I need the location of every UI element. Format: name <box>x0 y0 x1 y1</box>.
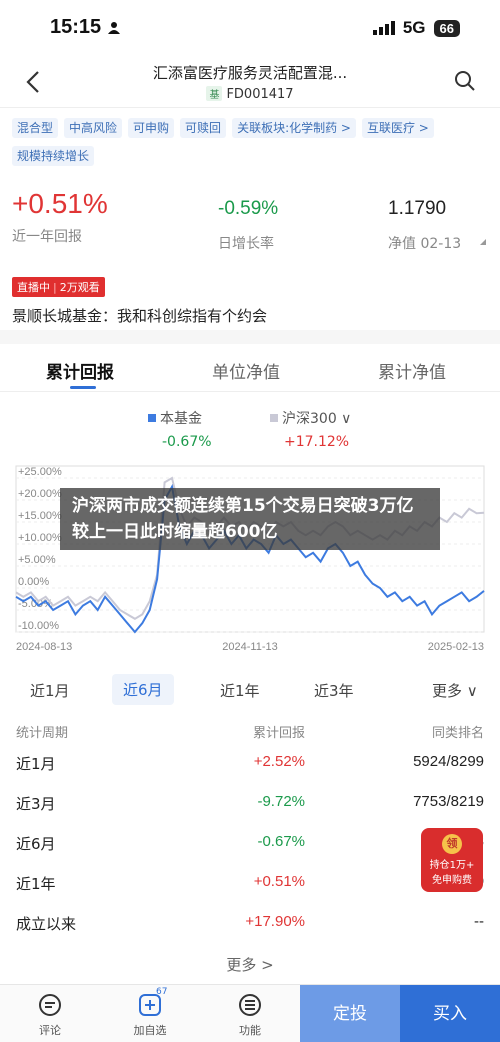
legend-swatch <box>270 414 278 422</box>
network-type: 5G <box>402 18 426 37</box>
y-tick-label: 0.00% <box>18 576 49 588</box>
y-tick-label: +10.00% <box>18 532 62 544</box>
expand-corner-icon[interactable] <box>480 239 486 245</box>
table-row: 近1月 +2.52% 5924/8299 <box>0 744 500 784</box>
fund-code-line: 基 FD001417 <box>0 86 500 102</box>
period-cell: 近1月 <box>16 755 56 773</box>
range-6m[interactable]: 近6月 <box>112 674 174 705</box>
live-banner[interactable]: 直播中 | 2万观看 景顺长城基金：我和科创综指有个约会 <box>12 276 267 326</box>
period-cell: 近6月 <box>16 835 56 853</box>
tag: 可申购 <box>128 118 175 138</box>
net-value: 1.1790 净值 02-13 <box>388 198 462 252</box>
period-cell: 成立以来 <box>16 915 77 933</box>
rank-cell: 5924/8299 <box>413 753 484 770</box>
status-time: 15:15 <box>50 16 121 39</box>
tag: 混合型 <box>12 118 59 138</box>
fund-type-mark: 基 <box>206 86 223 101</box>
comment-button[interactable]: 评论 <box>20 993 80 1038</box>
tag-link[interactable]: 互联医疗 > <box>361 118 434 138</box>
range-more[interactable]: 更多 ∨ <box>432 680 478 701</box>
metrics-row: +0.51% 近一年回报 -0.59% 日增长率 1.1790 净值 02-13 <box>0 188 500 252</box>
legend-swatch <box>148 414 156 422</box>
features-button[interactable]: 功能 <box>220 993 280 1038</box>
range-1y[interactable]: 近1年 <box>220 680 260 701</box>
tag-link[interactable]: 关联板块:化学制药 > <box>232 118 356 138</box>
tab-cumulative-return[interactable]: 累计回报 <box>46 358 114 383</box>
y-tick-label: -10.00% <box>18 620 59 632</box>
menu-icon <box>239 994 261 1016</box>
person-icon <box>107 22 120 34</box>
rank-cell: -- <box>474 913 484 930</box>
daily-growth: -0.59% 日增长率 <box>218 198 279 252</box>
news-banner[interactable]: 沪深两市成交额连续第15个交易日突破3万亿 较上一日此时缩量超600亿 <box>60 488 440 550</box>
range-selector: 近1月 近6月 近1年 近3年 更多 ∨ <box>0 672 500 708</box>
search-icon[interactable] <box>454 70 476 92</box>
tab-unit-nav[interactable]: 单位净值 <box>212 358 280 383</box>
y-tick-label: +25.00% <box>18 466 62 478</box>
fixed-invest-button[interactable]: 定投 <box>300 985 400 1042</box>
range-1m[interactable]: 近1月 <box>30 680 70 701</box>
red-packet-promo[interactable]: 领 持仓1万+ 免申购费 <box>421 828 483 892</box>
live-title: 景顺长城基金：我和科创综指有个约会 <box>12 307 268 325</box>
return-cell: -0.67% <box>257 833 305 850</box>
x-tick-label: 2024-11-13 <box>222 641 277 653</box>
x-tick-label: 2025-02-13 <box>428 641 484 653</box>
table-row: 近3月 -9.72% 7753/8219 <box>0 784 500 824</box>
buy-button[interactable]: 买入 <box>400 985 500 1042</box>
y-tick-label: +5.00% <box>18 554 56 566</box>
fund-code: FD001417 <box>226 87 294 102</box>
y-tick-label: +20.00% <box>18 488 62 500</box>
bottom-bar: 评论 67 加自选 功能 定投 买入 <box>0 984 500 1042</box>
return-cell: -9.72% <box>257 793 305 810</box>
y-tick-label: +15.00% <box>18 510 62 522</box>
range-3y[interactable]: 近3年 <box>314 680 354 701</box>
return-cell: +0.51% <box>253 873 305 890</box>
live-badge: 直播中 | 2万观看 <box>12 277 105 297</box>
table-header: 统计周期 累计回报 同类排名 <box>16 725 484 741</box>
tag: 可赎回 <box>180 118 227 138</box>
x-tick-label: 2024-08-13 <box>16 641 72 653</box>
nav-bar: 汇添富医疗服务灵活配置混... 基 FD001417 <box>0 56 500 108</box>
legend-index[interactable]: 沪深300 ∨ +17.12% <box>270 408 351 450</box>
section-divider <box>0 330 500 344</box>
yearly-return: +0.51% 近一年回报 <box>12 188 108 245</box>
table-row: 成立以来 +17.90% -- <box>0 904 500 944</box>
tag: 规模持续增长 <box>12 146 95 166</box>
status-bar: 15:15 5G 66 <box>0 0 500 56</box>
tab-cumulative-nav[interactable]: 累计净值 <box>378 358 446 383</box>
rank-cell: 7753/8219 <box>413 793 484 810</box>
fund-tags: 混合型 中高风险 可申购 可赎回 关联板块:化学制药 > 互联医疗 > 规模持续… <box>12 118 492 166</box>
coin-icon: 领 <box>442 834 462 854</box>
signal-icon <box>372 21 395 35</box>
chart-tabs: 累计回报 单位净值 累计净值 <box>0 344 500 392</box>
return-cell: +17.90% <box>245 913 305 930</box>
period-cell: 近1年 <box>16 875 56 893</box>
legend-fund: 本基金 -0.67% <box>148 408 212 450</box>
tag: 中高风险 <box>64 118 123 138</box>
fund-title: 汇添富医疗服务灵活配置混... <box>152 64 348 82</box>
return-cell: +2.52% <box>253 753 305 770</box>
period-cell: 近3月 <box>16 795 56 813</box>
more-link[interactable]: 更多 > <box>0 954 500 975</box>
comment-icon <box>39 994 61 1016</box>
battery-icon: 66 <box>433 19 460 37</box>
add-watch-button[interactable]: 67 加自选 <box>120 987 180 1038</box>
active-tab-indicator <box>70 386 96 389</box>
